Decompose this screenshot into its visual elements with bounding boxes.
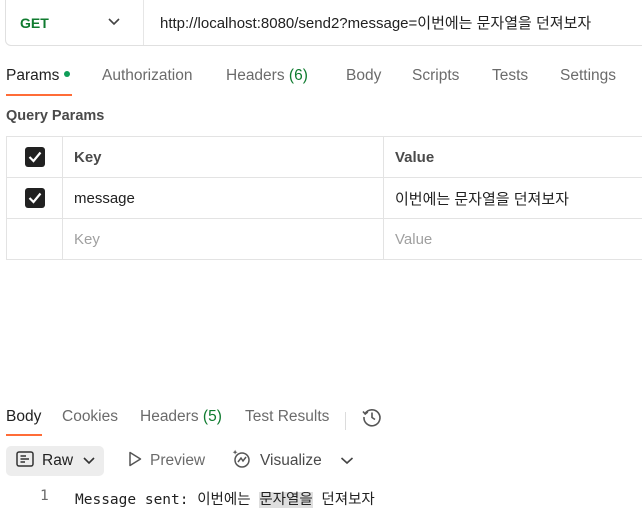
preview-button[interactable]: Preview (128, 446, 205, 476)
empty-check-cell (7, 219, 63, 259)
tab-response-headers[interactable]: Headers (5) (140, 408, 222, 426)
preview-label: Preview (150, 452, 206, 469)
select-all-cell (7, 137, 63, 177)
select-all-checkbox[interactable] (24, 147, 45, 167)
checkmark-icon (28, 192, 41, 204)
tab-headers[interactable]: Headers (6) (226, 67, 308, 85)
response-text-suffix: 던져보자 (312, 492, 375, 508)
response-toolbar: Raw Preview Visualize (6, 446, 636, 476)
tab-scripts[interactable]: Scripts (412, 67, 459, 85)
url-input[interactable]: http://localhost:8080/send2?message=이번에는… (144, 12, 591, 33)
response-line: Message sent: 이번에는 문자열을 던져보자 (75, 488, 375, 509)
table-row: message 이번에는 문자열을 던져보자 (7, 178, 642, 219)
param-value-field[interactable]: 이번에는 문자열을 던져보자 (384, 178, 642, 218)
format-label: Raw (42, 452, 74, 469)
table-header-row: Key Value (7, 137, 642, 178)
new-value-input[interactable]: Value (384, 219, 642, 259)
response-tabs: Body Cookies Headers (5) Test Results (0, 406, 642, 436)
tab-test-results[interactable]: Test Results (245, 408, 329, 426)
tab-response-headers-label: Headers (140, 408, 199, 425)
raw-format-icon (16, 450, 34, 472)
response-text-prefix: Message sent: 이번에는 (75, 492, 260, 508)
row-check-cell (7, 178, 63, 218)
format-selector[interactable]: Raw (6, 446, 104, 476)
tab-body[interactable]: Body (346, 67, 381, 85)
line-number: 1 (40, 488, 49, 504)
checkmark-icon (28, 151, 41, 163)
tab-authorization[interactable]: Authorization (102, 67, 192, 85)
chevron-down-icon (108, 17, 120, 28)
history-icon[interactable] (361, 406, 383, 433)
params-dot-indicator (64, 70, 71, 77)
tab-params-label: Params (6, 67, 60, 84)
new-key-input[interactable]: Key (63, 219, 384, 259)
active-response-tab-underline (6, 434, 42, 436)
tab-params[interactable]: Params (6, 67, 71, 85)
visualize-button[interactable]: Visualize (232, 446, 322, 476)
visualize-icon (232, 449, 252, 474)
tab-cookies[interactable]: Cookies (62, 408, 118, 426)
active-tab-underline (6, 94, 72, 96)
response-text-highlight: 문자열을 (259, 492, 313, 508)
table-row-empty: Key Value (7, 219, 642, 260)
tab-settings[interactable]: Settings (560, 67, 616, 85)
chevron-down-icon (83, 452, 95, 470)
tab-divider (345, 412, 346, 430)
tab-headers-count: (6) (288, 67, 308, 84)
visualize-dropdown[interactable] (340, 446, 354, 476)
tab-response-body[interactable]: Body (6, 408, 41, 426)
method-selector[interactable]: GET (6, 0, 144, 45)
query-params-title: Query Params (6, 108, 105, 124)
tab-tests[interactable]: Tests (492, 67, 528, 85)
request-tabs: Params Authorization Headers (6) Body Sc… (0, 64, 642, 98)
play-icon (128, 451, 142, 472)
param-enabled-checkbox[interactable] (24, 188, 45, 208)
key-column-header: Key (63, 137, 384, 177)
tab-response-headers-count: (5) (202, 408, 222, 425)
tab-headers-label: Headers (226, 67, 285, 84)
response-body-editor[interactable]: 1 Message sent: 이번에는 문자열을 던져보자 (0, 486, 642, 508)
chevron-down-icon (340, 452, 354, 470)
param-key-field[interactable]: message (63, 178, 384, 218)
method-label: GET (20, 14, 49, 31)
value-column-header: Value (395, 148, 435, 166)
url-bar: GET http://localhost:8080/send2?message=… (5, 0, 642, 46)
visualize-label: Visualize (260, 452, 322, 469)
params-table: Key Value message 이번에는 문자열을 던져보자 Key Val… (6, 136, 642, 260)
